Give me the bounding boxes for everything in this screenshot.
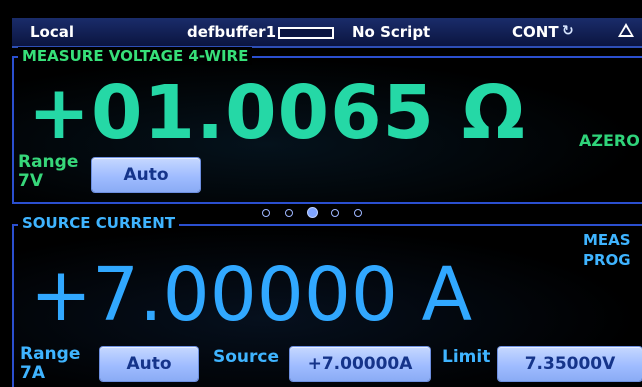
page-dot[interactable] [331, 209, 339, 217]
measure-range-caption: Range [18, 152, 79, 172]
swipe-page-indicator[interactable] [262, 207, 372, 219]
source-range-label: Range 7A [20, 345, 80, 383]
remote-local-indicator[interactable]: Local [30, 23, 74, 41]
source-limit-button[interactable]: 7.35000V [498, 347, 642, 381]
instrument-screen: Local defbuffer1 No Script CONT ↻ MEASUR… [0, 0, 642, 387]
page-dot[interactable] [262, 209, 270, 217]
source-level-button[interactable]: +7.00000A [290, 347, 430, 381]
measure-range-button[interactable]: Auto [92, 158, 200, 192]
source-prog-label: PROG [583, 251, 631, 269]
script-indicator[interactable]: No Script [352, 23, 430, 41]
buffer-fill-meter[interactable] [278, 27, 334, 39]
measure-range-label: Range 7V [18, 153, 78, 191]
refresh-icon[interactable]: ↻ [562, 23, 574, 39]
autozero-indicator: AZERO [579, 131, 640, 150]
page-dot[interactable] [285, 209, 293, 217]
trigger-mode-indicator[interactable]: CONT [512, 23, 559, 41]
page-dot[interactable] [354, 209, 362, 217]
reading-buffer-label[interactable]: defbuffer1 [187, 23, 276, 41]
source-range-value: 7A [20, 363, 45, 383]
status-bar: Local defbuffer1 No Script CONT ↻ [12, 18, 642, 48]
page-dot[interactable] [307, 207, 318, 218]
source-meas-label: MEAS [583, 231, 631, 249]
measure-reading: +01.0065 Ω [28, 70, 526, 156]
source-reading: +7.00000 A [30, 252, 473, 338]
measure-range-value: 7V [18, 171, 43, 191]
source-readback-indicator: MEAS PROG [583, 230, 631, 270]
warning-triangle-icon[interactable] [618, 23, 634, 37]
source-range-caption: Range [20, 344, 81, 364]
source-range-button[interactable]: Auto [100, 347, 198, 381]
measure-function-title[interactable]: MEASURE VOLTAGE 4-WIRE [18, 47, 253, 65]
source-function-title[interactable]: SOURCE CURRENT [18, 214, 180, 232]
source-limit-label: Limit [442, 347, 491, 367]
source-level-label: Source [213, 347, 280, 367]
